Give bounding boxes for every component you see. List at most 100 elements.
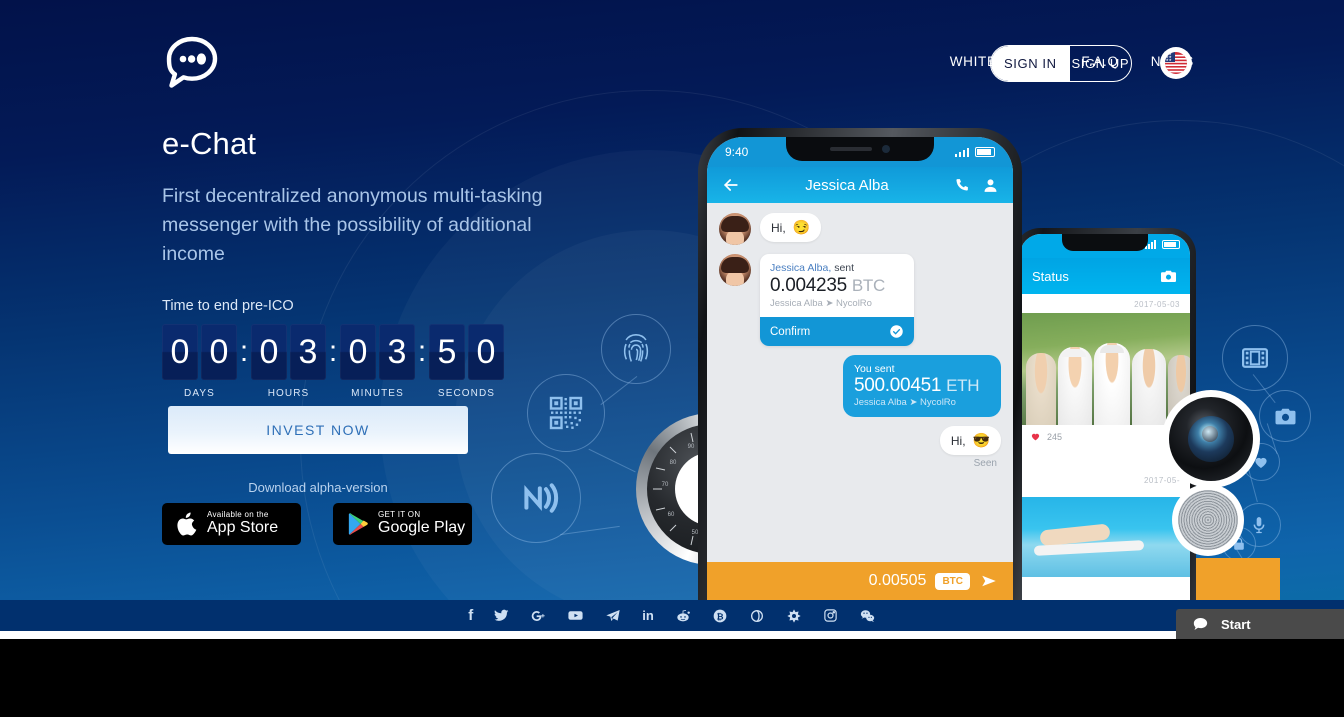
send-arrow-icon[interactable] xyxy=(979,572,999,590)
svg-text:60: 60 xyxy=(668,512,675,518)
phone-notch xyxy=(1062,234,1148,251)
store-name-label: Google Play xyxy=(378,518,466,536)
svg-text:₿: ₿ xyxy=(716,611,723,621)
countdown-timer: 0 0 DAYS : 0 3 HOURS : 0 3 MINUTES: 5 0… xyxy=(162,324,504,399)
google-plus-icon[interactable] xyxy=(530,608,546,624)
send-amount: 0.00505 xyxy=(868,572,927,589)
steemit-icon[interactable] xyxy=(749,608,765,624)
nfc-icon xyxy=(491,453,581,543)
svg-text:90: 90 xyxy=(688,444,695,450)
post-date: 2017-05-03 xyxy=(1134,300,1180,309)
transaction-card: Jessica Alba, sent 0.004235 BTC Jessica … xyxy=(760,254,914,346)
message-bubble: Hi, 😏 xyxy=(760,213,822,242)
heart-icon xyxy=(1031,433,1040,441)
sent-transaction-bubble: You sent 500.00451 ETH Jessica Alba ➤ Ny… xyxy=(843,355,1001,417)
google-play-icon xyxy=(348,513,368,535)
message-bubble: Hi, 😎 xyxy=(939,426,1001,455)
countdown-group-days: 0 0 DAYS xyxy=(162,324,237,399)
camera-icon xyxy=(1259,390,1311,442)
message-emoji: 😎 xyxy=(972,432,990,448)
phone-screen: 9:40 Jessica Alba Hi, 😏 Jessica Alba, se… xyxy=(707,137,1013,600)
countdown-digit: 0 xyxy=(251,324,287,380)
social-links-bar: f in ₿ xyxy=(0,600,1344,631)
chat-contact-name: Jessica Alba xyxy=(805,176,889,194)
svg-text:70: 70 xyxy=(662,482,669,488)
wechat-icon[interactable] xyxy=(859,608,876,624)
apple-icon xyxy=(177,512,197,536)
speaker-grille-decor xyxy=(1172,484,1244,556)
youtube-icon[interactable] xyxy=(567,607,584,624)
countdown-separator: : xyxy=(417,335,427,368)
chat-widget-button[interactable]: Start xyxy=(1176,609,1344,639)
battery-icon xyxy=(975,147,995,157)
instagram-icon[interactable] xyxy=(823,608,838,623)
camera-icon[interactable] xyxy=(1159,267,1178,286)
auth-toggle: SIGN IN SIGN UP xyxy=(990,45,1132,82)
avatar xyxy=(719,254,751,286)
facebook-icon[interactable]: f xyxy=(468,607,473,624)
phone-screen: Status 2017-05-03 245 2017-05- xyxy=(1020,234,1190,600)
countdown-label: Time to end pre-ICO xyxy=(162,298,294,314)
countdown-unit-label: HOURS xyxy=(267,388,310,399)
message-transaction-request: Jessica Alba, sent 0.004235 BTC Jessica … xyxy=(719,254,1001,346)
amount-unit: BTC xyxy=(851,276,885,295)
message-sent-transaction: You sent 500.00451 ETH Jessica Alba ➤ Ny… xyxy=(719,355,1001,417)
countdown-digit: 3 xyxy=(379,324,415,380)
sign-in-button[interactable]: SIGN IN xyxy=(991,46,1070,81)
transaction-sender: Jessica Alba, xyxy=(770,262,832,274)
back-arrow-icon[interactable] xyxy=(721,175,741,195)
twitter-icon[interactable] xyxy=(494,608,509,623)
phone-mockup-chat: 9:40 Jessica Alba Hi, 😏 Jessica Alba, se… xyxy=(698,128,1022,600)
send-unit-chip[interactable]: BTC xyxy=(935,572,970,590)
reddit-icon[interactable] xyxy=(675,608,691,624)
message-text: Hi, xyxy=(771,220,786,235)
phone-icon[interactable] xyxy=(953,177,970,194)
sent-amount: 500.00451 ETH xyxy=(854,375,990,397)
check-circle-icon xyxy=(890,325,903,338)
message-status: Seen xyxy=(973,458,997,469)
language-selector[interactable]: ★★ ★★ ★★ xyxy=(1160,47,1192,79)
bitcointalk-icon[interactable]: ₿ xyxy=(712,608,728,624)
countdown-separator: : xyxy=(239,335,249,368)
phone-notch xyxy=(786,137,934,161)
film-strip-icon xyxy=(1222,325,1288,391)
person-icon[interactable] xyxy=(982,177,999,194)
signal-bars-icon xyxy=(954,147,969,157)
telegram-icon[interactable] xyxy=(605,608,621,624)
message-emoji: 😏 xyxy=(792,219,811,235)
countdown-digit: 0 xyxy=(340,324,376,380)
slack-icon[interactable] xyxy=(786,608,802,624)
hero-subtitle: First decentralized anonymous multi-task… xyxy=(162,185,543,265)
status-title: Status xyxy=(1032,268,1069,284)
svg-text:80: 80 xyxy=(670,460,677,466)
countdown-digit: 0 xyxy=(468,324,504,380)
invest-now-button[interactable]: INVEST NOW xyxy=(168,406,468,454)
speech-bubble-icon xyxy=(1193,618,1208,630)
google-play-button[interactable]: GET IT ON Google Play xyxy=(333,503,472,545)
landing-page: D Ł Ξ ₿ ≈ M ♥ xyxy=(0,0,1344,717)
amount-value: 0.004235 xyxy=(770,275,847,296)
countdown-unit-label: MINUTES xyxy=(351,388,404,399)
sign-up-button[interactable]: SIGN UP xyxy=(1070,56,1131,71)
chat-messages: Hi, 😏 Jessica Alba, sent 0.004235 BTC Je… xyxy=(707,203,1013,469)
countdown-digit: 5 xyxy=(429,324,465,380)
countdown-unit-label: SECONDS xyxy=(437,388,496,399)
footer-divider xyxy=(0,631,1344,639)
qr-code-icon xyxy=(527,374,605,452)
linkedin-icon[interactable]: in xyxy=(642,608,654,623)
confirm-label: Confirm xyxy=(770,325,811,338)
notch-speaker xyxy=(830,147,872,151)
confirm-transaction-button[interactable]: Confirm xyxy=(760,317,914,346)
amount-value: 500.00451 xyxy=(854,375,942,396)
transaction-header: Jessica Alba, sent xyxy=(760,254,914,274)
countdown-group-hours: 0 3 HOURS xyxy=(251,324,326,399)
camera-lens-decor xyxy=(1162,390,1260,488)
status-screen-header: Status xyxy=(1020,258,1190,294)
svg-text:★★: ★★ xyxy=(1166,58,1172,62)
message-text: Hi, xyxy=(950,433,966,448)
countdown-unit-label: DAYS xyxy=(184,388,215,399)
post-photo xyxy=(1020,497,1190,577)
battery-icon xyxy=(1162,240,1180,249)
app-store-button[interactable]: Available on the App Store xyxy=(162,503,301,545)
us-flag-icon: ★★ ★★ ★★ xyxy=(1165,52,1187,74)
